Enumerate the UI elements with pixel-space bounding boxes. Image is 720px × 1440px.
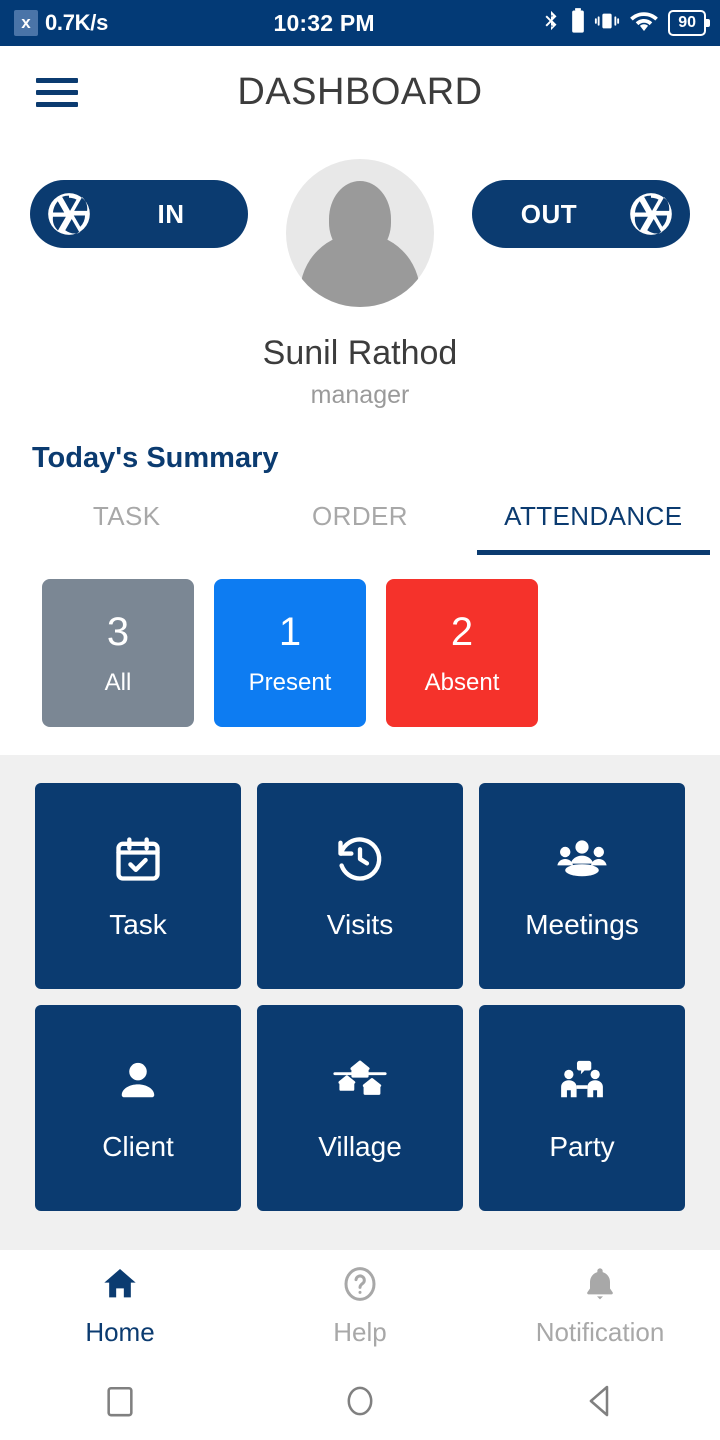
punch-out-label: OUT (520, 198, 578, 229)
hamburger-line (36, 77, 78, 83)
profile-section: IN OUT (0, 138, 720, 328)
summary-tabs: TASK ORDER ATTENDANCE (0, 501, 720, 555)
circle-home-icon[interactable] (240, 1380, 480, 1422)
menu-tile-visits[interactable]: Visits (257, 783, 463, 989)
menu-tile-label: Visits (326, 909, 394, 940)
punch-in-button[interactable]: IN (30, 180, 248, 248)
stat-value: 1 (278, 609, 302, 654)
menu-tile-label: Client (102, 1131, 174, 1162)
stat-card-all[interactable]: 3 All (42, 579, 194, 727)
square-recents-icon[interactable] (0, 1381, 240, 1421)
status-bar-left: x 0.7K/s (14, 10, 108, 36)
tab-task[interactable]: TASK (10, 501, 243, 555)
phone-screen: x 0.7K/s 10:32 PM 90 DASHBOARD IN OUT Su… (0, 0, 720, 1440)
nav-item-label: Notification (535, 1317, 665, 1347)
camera-aperture-icon (626, 189, 676, 239)
menu-tile-village[interactable]: Village (257, 1005, 463, 1211)
tab-attendance[interactable]: ATTENDANCE (476, 501, 710, 555)
stat-label: Present (248, 668, 332, 696)
calendar-check-icon (112, 831, 164, 887)
network-speed-label: 0.7K/s (45, 10, 109, 35)
triangle-back-icon[interactable] (480, 1380, 720, 1422)
punch-out-button[interactable]: OUT (472, 180, 690, 248)
hamburger-line (36, 89, 78, 95)
menu-tile-label: Party (549, 1131, 615, 1162)
hamburger-line (36, 101, 78, 107)
nav-item-label: Home (85, 1317, 155, 1347)
stat-value: 2 (450, 609, 474, 654)
nav-item-help[interactable]: Help (240, 1264, 480, 1348)
menu-tile-meetings[interactable]: Meetings (479, 783, 685, 989)
nav-item-notification[interactable]: Notification (480, 1264, 720, 1348)
bell-icon (579, 1264, 621, 1309)
android-system-nav (0, 1362, 720, 1440)
person-icon (113, 1053, 163, 1109)
profile-role: manager (310, 381, 410, 409)
menu-grid: Task Visits Meetings Client Village Part… (0, 783, 720, 1211)
camera-aperture-icon (44, 189, 94, 239)
status-bar-right: 90 (540, 7, 710, 40)
profile-name: Sunil Rathod (262, 334, 458, 372)
battery-icon (571, 7, 585, 40)
huts-village-icon (331, 1053, 389, 1109)
bottom-navigation: Home Help Notification (0, 1250, 720, 1362)
nav-item-label: Help (333, 1317, 387, 1347)
question-circle-icon (339, 1264, 381, 1309)
menu-tile-label: Meetings (525, 909, 639, 940)
status-bar: x 0.7K/s 10:32 PM 90 (0, 0, 720, 46)
menu-tile-task[interactable]: Task (35, 783, 241, 989)
menu-grid-section: Task Visits Meetings Client Village Part… (0, 755, 720, 1250)
bluetooth-icon (540, 7, 562, 40)
page-title: DASHBOARD (237, 70, 483, 113)
clock-history-icon (334, 831, 386, 887)
menu-tile-client[interactable]: Client (35, 1005, 241, 1211)
avatar-body (300, 233, 420, 307)
menu-tile-label: Task (109, 909, 167, 940)
menu-tile-party[interactable]: Party (479, 1005, 685, 1211)
hamburger-menu-icon[interactable] (36, 77, 78, 107)
home-icon (99, 1264, 141, 1309)
tab-order[interactable]: ORDER (243, 501, 476, 555)
clock-label: 10:32 PM (273, 9, 375, 36)
stat-label: All (104, 668, 132, 696)
stat-card-present[interactable]: 1 Present (214, 579, 366, 727)
stat-card-absent[interactable]: 2 Absent (386, 579, 538, 727)
avatar[interactable] (286, 159, 434, 307)
network-badge-icon: x (14, 10, 38, 36)
app-bar: DASHBOARD (0, 46, 720, 138)
people-group-icon (554, 831, 610, 887)
stat-value: 3 (106, 609, 130, 654)
punch-in-label: IN (157, 198, 185, 229)
vibrate-icon (594, 7, 620, 40)
attendance-stats: 3 All 1 Present 2 Absent (0, 555, 720, 727)
stat-label: Absent (424, 668, 500, 696)
two-people-talking-icon (553, 1053, 611, 1109)
battery-percent-badge: 90 (668, 10, 710, 36)
wifi-icon (629, 8, 659, 39)
summary-title: Today's Summary (32, 442, 279, 474)
nav-item-home[interactable]: Home (0, 1264, 240, 1348)
menu-tile-label: Village (318, 1131, 402, 1162)
